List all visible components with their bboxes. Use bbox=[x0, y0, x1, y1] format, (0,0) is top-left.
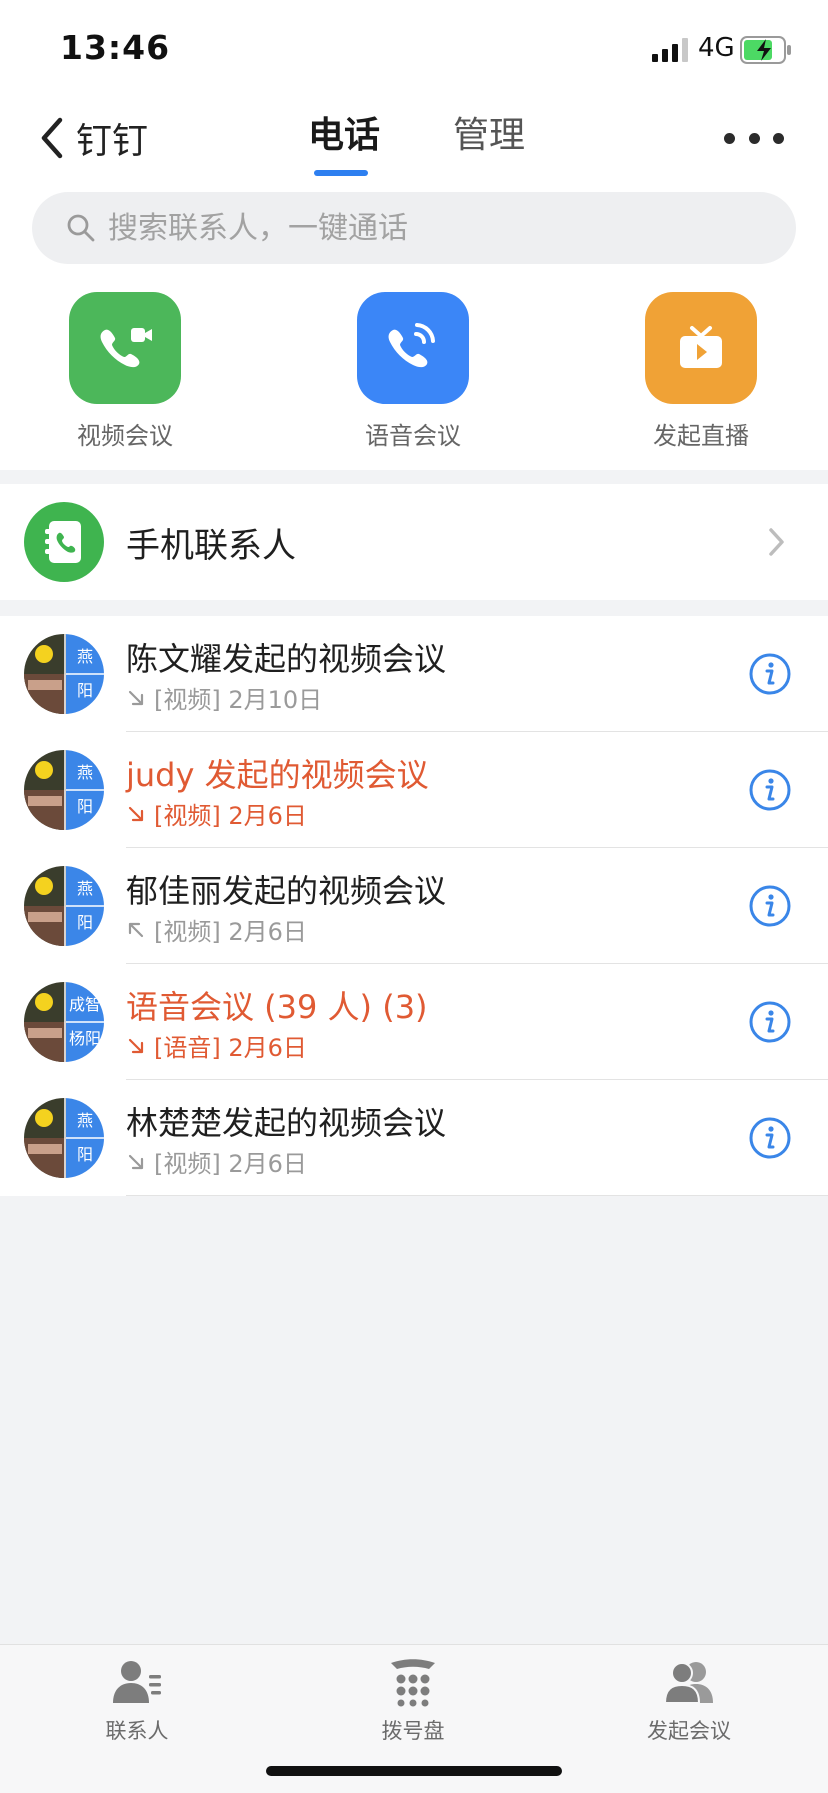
more-dot-icon bbox=[748, 132, 760, 144]
info-icon[interactable] bbox=[748, 1000, 792, 1044]
status-time: 13:46 bbox=[60, 28, 171, 67]
call-type: [语音] bbox=[154, 1034, 221, 1062]
info-icon[interactable] bbox=[748, 1116, 792, 1160]
voice-call-icon bbox=[357, 292, 469, 404]
tab-label: 联系人 bbox=[105, 1719, 169, 1743]
call-title: 林楚楚发起的视频会议 bbox=[126, 1104, 447, 1142]
call-history-row[interactable]: 燕 阳 陈文耀发起的视频会议 [视频] 2月10日 bbox=[0, 616, 828, 732]
call-type: [视频] bbox=[154, 802, 221, 830]
call-date: 2月10日 bbox=[228, 686, 323, 714]
more-dot-icon bbox=[773, 132, 784, 144]
avatar-text: 阳 bbox=[77, 913, 93, 932]
voice-meeting-button[interactable]: 语音会议 bbox=[333, 292, 493, 451]
group-avatar: 成智 杨阳 bbox=[24, 982, 104, 1062]
avatar-text: 杨阳 bbox=[69, 1029, 101, 1048]
avatar-text: 燕 bbox=[77, 647, 93, 666]
more-dot-icon bbox=[724, 132, 735, 144]
call-title: 郁佳丽发起的视频会议 bbox=[126, 872, 447, 910]
live-tv-icon bbox=[645, 292, 757, 404]
call-history-row[interactable]: 燕 阳 judy 发起的视频会议 [视频] 2月6日 bbox=[0, 732, 828, 848]
call-date: 2月6日 bbox=[228, 918, 307, 946]
call-subtitle: [视频] 2月6日 bbox=[126, 912, 307, 947]
info-icon[interactable] bbox=[748, 768, 792, 812]
contacts-icon bbox=[113, 1661, 161, 1703]
call-history-row[interactable]: 燕 阳 郁佳丽发起的视频会议 [视频] 2月6日 bbox=[0, 848, 828, 964]
tab-phone[interactable]: 电话 bbox=[308, 106, 380, 158]
phone-contacts-label: 手机联系人 bbox=[126, 526, 296, 566]
tab-start-meeting[interactable]: 发起会议 bbox=[614, 1659, 764, 1745]
info-icon[interactable] bbox=[748, 884, 792, 928]
search-bar[interactable] bbox=[32, 192, 796, 264]
avatar-text: 阳 bbox=[77, 681, 93, 700]
header-area: 13:46 4G 钉钉 电话 管理 搜索联系人，一键通话 视频会议 语音会议 发… bbox=[0, 0, 828, 470]
call-history-list: 燕 阳 陈文耀发起的视频会议 [视频] 2月10日 燕 阳 judy 发起的视频… bbox=[0, 616, 828, 1196]
call-subtitle: [视频] 2月6日 bbox=[126, 1144, 307, 1179]
call-type: [视频] bbox=[154, 918, 221, 946]
call-subtitle: [视频] 2月10日 bbox=[126, 680, 322, 715]
avatar-text: 阳 bbox=[77, 1145, 93, 1164]
avatar-text: 燕 bbox=[77, 879, 93, 898]
tab-label: 发起会议 bbox=[647, 1719, 731, 1743]
call-history-row[interactable]: 燕 阳 林楚楚发起的视频会议 [视频] 2月6日 bbox=[0, 1080, 828, 1196]
search-icon bbox=[67, 214, 95, 242]
call-title: judy 发起的视频会议 bbox=[126, 756, 429, 794]
group-avatar: 燕 阳 bbox=[24, 1098, 104, 1178]
call-history-row[interactable]: 成智 杨阳 语音会议 (39 人) (3) [语音] 2月6日 bbox=[0, 964, 828, 1080]
avatar-text: 燕 bbox=[77, 763, 93, 782]
group-avatar: 燕 阳 bbox=[24, 750, 104, 830]
call-type: [视频] bbox=[154, 686, 221, 714]
call-title: 语音会议 (39 人) (3) bbox=[126, 988, 428, 1026]
quick-action-label: 发起直播 bbox=[653, 422, 749, 450]
call-subtitle: [语音] 2月6日 bbox=[126, 1028, 307, 1063]
info-icon[interactable] bbox=[748, 652, 792, 696]
incoming-arrow-icon bbox=[128, 806, 144, 821]
back-label: 钉钉 bbox=[76, 121, 149, 162]
video-meeting-button[interactable]: 视频会议 bbox=[45, 292, 205, 451]
group-avatar: 燕 阳 bbox=[24, 866, 104, 946]
call-title: 陈文耀发起的视频会议 bbox=[126, 640, 447, 678]
quick-action-label: 视频会议 bbox=[77, 422, 173, 450]
battery-charging-icon bbox=[740, 36, 791, 64]
call-date: 2月6日 bbox=[228, 1034, 307, 1062]
avatar-text: 阳 bbox=[77, 797, 93, 816]
phone-contacts-row[interactable]: 手机联系人 bbox=[0, 484, 828, 600]
call-type: [视频] bbox=[154, 1150, 221, 1178]
network-label: 4G bbox=[698, 33, 735, 63]
status-bar: 13:46 4G bbox=[0, 0, 828, 96]
avatar-text: 燕 bbox=[77, 1111, 93, 1130]
active-tab-indicator bbox=[314, 170, 368, 176]
avatar-text: 成智 bbox=[69, 995, 101, 1014]
incoming-arrow-icon bbox=[128, 690, 144, 705]
call-date: 2月6日 bbox=[228, 1150, 307, 1178]
tab-label: 拨号盘 bbox=[381, 1719, 445, 1743]
signal-icon bbox=[652, 38, 688, 62]
start-meeting-icon bbox=[663, 1662, 713, 1704]
back-button[interactable]: 钉钉 bbox=[38, 110, 148, 166]
row-divider bbox=[126, 1195, 828, 1196]
incoming-arrow-icon bbox=[128, 1038, 144, 1053]
start-live-button[interactable]: 发起直播 bbox=[621, 292, 781, 451]
call-subtitle: [视频] 2月6日 bbox=[126, 796, 307, 831]
tab-contacts[interactable]: 联系人 bbox=[62, 1659, 212, 1745]
outgoing-arrow-icon bbox=[128, 922, 144, 937]
tab-dialpad[interactable]: 拨号盘 bbox=[338, 1659, 488, 1745]
dialpad-icon bbox=[391, 1659, 435, 1707]
video-call-icon bbox=[69, 292, 181, 404]
more-button[interactable] bbox=[724, 116, 784, 160]
tab-manage[interactable]: 管理 bbox=[453, 106, 525, 158]
nav-bar: 钉钉 电话 管理 bbox=[0, 96, 828, 180]
chevron-left-icon bbox=[41, 117, 63, 159]
call-date: 2月6日 bbox=[228, 802, 307, 830]
chevron-right-icon bbox=[769, 528, 784, 556]
group-avatar: 燕 阳 bbox=[24, 634, 104, 714]
phone-book-icon bbox=[24, 502, 104, 582]
home-indicator bbox=[266, 1766, 562, 1776]
quick-action-label: 语音会议 bbox=[365, 422, 461, 450]
search-input[interactable] bbox=[106, 209, 750, 247]
incoming-arrow-icon bbox=[128, 1154, 144, 1169]
